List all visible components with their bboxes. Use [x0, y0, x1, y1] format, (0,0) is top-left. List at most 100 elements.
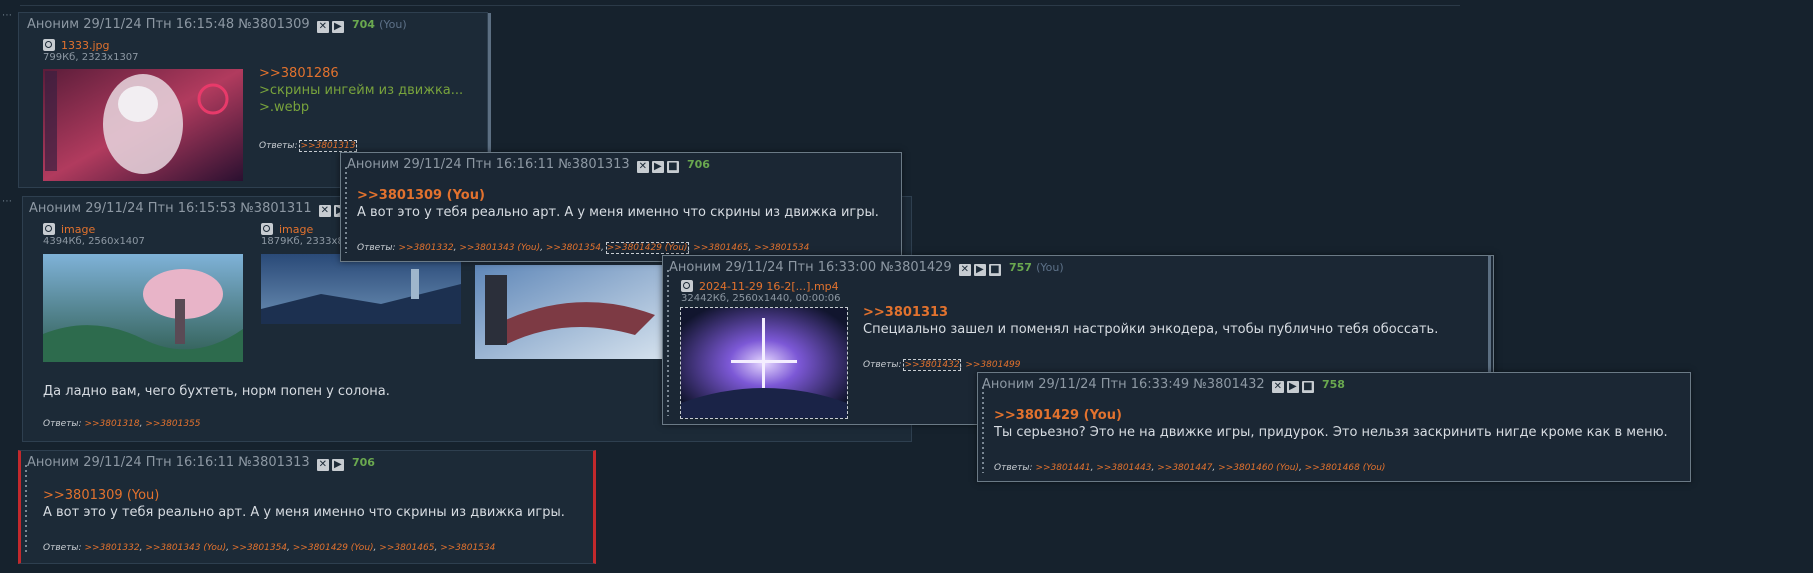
- quote-link[interactable]: >>3801309 (You): [43, 488, 159, 503]
- reply-link[interactable]: >>3801534: [754, 243, 809, 253]
- reply-link[interactable]: >>3801460 (You): [1218, 463, 1299, 473]
- quote-link[interactable]: >>3801429 (You): [994, 408, 1122, 423]
- file-name[interactable]: image: [279, 223, 313, 236]
- file-name[interactable]: image: [61, 223, 95, 236]
- square-icon[interactable]: ■: [1301, 381, 1314, 393]
- reply-link[interactable]: >>3801441: [1035, 463, 1090, 473]
- post-image-thumbnail[interactable]: [475, 265, 675, 359]
- post-replies: Ответы: >>3801432, >>3801499: [863, 359, 1021, 371]
- file-meta: 4394Кб, 2560x1407: [43, 236, 145, 247]
- post-header: Аноним 29/11/24 Птн 16:15:48 №3801309 ✕ ▶…: [27, 17, 407, 33]
- reply-link[interactable]: >>3801354: [546, 243, 601, 253]
- post-number[interactable]: №3801309: [238, 17, 309, 32]
- magnifier-icon[interactable]: [43, 223, 55, 235]
- post-text: А вот это у тебя реально арт. А у меня и…: [43, 505, 565, 520]
- reply-link[interactable]: >>3801447: [1157, 463, 1212, 473]
- reply-link[interactable]: >>3801354: [232, 543, 287, 553]
- hide-x-icon[interactable]: ✕: [1271, 381, 1284, 393]
- post-number[interactable]: №3801429: [880, 260, 951, 275]
- quote-link[interactable]: >>3801286: [259, 66, 339, 81]
- post-replies: Ответы: >>3801332, >>3801343 (You), >>38…: [43, 543, 496, 553]
- reply-link[interactable]: >>3801465: [379, 543, 434, 553]
- square-icon[interactable]: ■: [988, 264, 1001, 276]
- post-text: А вот это у тебя реально арт. А у меня и…: [357, 205, 879, 220]
- post-number[interactable]: №3801313: [558, 157, 629, 172]
- post-datetime: 29/11/24 Птн 16:33:00: [725, 260, 877, 275]
- post-header: Аноним 29/11/24 Птн 16:33:00 №3801429 ✕ ▶…: [669, 260, 1064, 276]
- post-image-thumbnail[interactable]: [261, 254, 461, 324]
- post-text: Ты серьезно? Это не на движке игры, прид…: [994, 425, 1668, 440]
- post-body: >>3801309 (You) А вот это у тебя реально…: [357, 187, 879, 221]
- reply-link[interactable]: >>3801318: [84, 419, 139, 429]
- reply-link[interactable]: >>3801432: [903, 359, 961, 371]
- play-icon[interactable]: ▶: [651, 161, 664, 173]
- square-icon[interactable]: ■: [666, 161, 679, 173]
- post-body: >>3801286 >скрины ингейм из движка... >.…: [259, 65, 463, 116]
- file-name[interactable]: 2024-11-29 16-2[...].mp4: [699, 280, 839, 293]
- hide-x-icon[interactable]: ✕: [316, 459, 329, 471]
- post-number[interactable]: №3801311: [240, 201, 311, 216]
- reply-link[interactable]: >>3801332: [398, 243, 453, 253]
- play-icon[interactable]: ▶: [1286, 381, 1299, 393]
- reply-link[interactable]: >>3801429 (You): [293, 543, 374, 553]
- post-replies: Ответы: >>3801332, >>3801343 (You), >>38…: [357, 242, 810, 254]
- magnifier-icon[interactable]: [681, 280, 693, 292]
- post-count: 706: [686, 158, 710, 171]
- reply-link[interactable]: >>3801534: [440, 543, 495, 553]
- post-replies: Ответы: >>3801318, >>3801355: [43, 419, 201, 429]
- you-marker: (You): [379, 18, 407, 31]
- quote-link[interactable]: >>3801313: [863, 305, 948, 320]
- post-image-thumbnail[interactable]: [43, 69, 243, 181]
- post-count: 706: [351, 456, 375, 469]
- video-thumbnail[interactable]: [680, 307, 848, 419]
- play-icon[interactable]: ▶: [331, 21, 344, 33]
- reply-link[interactable]: >>3801355: [145, 419, 200, 429]
- post-author: Аноним: [669, 260, 722, 275]
- file-info: image 4394Кб, 2560x1407: [43, 223, 145, 247]
- reply-link[interactable]: >>3801499: [965, 360, 1020, 370]
- greentext-line: >.webp: [259, 100, 310, 115]
- post-header: Аноним 29/11/24 Птн 16:15:53 №3801311 ✕▶…: [29, 201, 369, 217]
- post-body: Да ладно вам, чего бухтеть, норм попен у…: [43, 384, 390, 399]
- reply-link[interactable]: >>3801468 (You): [1305, 463, 1386, 473]
- post-number[interactable]: №3801313: [238, 455, 309, 470]
- post-body: >>3801309 (You) А вот это у тебя реально…: [43, 487, 565, 521]
- post-author: Аноним: [27, 455, 80, 470]
- ellipsis-marker: ⋯: [2, 196, 12, 207]
- reply-link[interactable]: >>3801465: [693, 243, 748, 253]
- file-meta: 32442Кб, 2560x1440, 00:00:06: [681, 293, 841, 304]
- play-icon[interactable]: ▶: [331, 459, 344, 471]
- post-count: 757: [1008, 261, 1032, 274]
- hide-x-icon[interactable]: ✕: [636, 161, 649, 173]
- greentext-line: >скрины ингейм из движка...: [259, 83, 464, 98]
- post-number[interactable]: №3801432: [1193, 377, 1264, 392]
- file-meta: 799Кб, 2323x1307: [43, 52, 139, 63]
- post-image-thumbnail[interactable]: [43, 254, 243, 362]
- play-icon[interactable]: ▶: [973, 264, 986, 276]
- post-3801313: Аноним 29/11/24 Птн 16:16:11 №3801313 ✕ ▶…: [18, 450, 596, 564]
- replies-label: Ответы:: [259, 141, 298, 151]
- file-meta: 1879Кб, 2333x84: [261, 236, 351, 247]
- magnifier-icon[interactable]: [261, 223, 273, 235]
- replies-label: Ответы:: [43, 419, 82, 429]
- post-replies: Ответы: >>3801313: [259, 140, 357, 152]
- post-replies: Ответы: >>3801441, >>3801443, >>3801447,…: [994, 463, 1386, 473]
- hide-x-icon[interactable]: ✕: [958, 264, 971, 276]
- replies-label: Ответы:: [994, 463, 1033, 473]
- reply-link[interactable]: >>3801332: [84, 543, 139, 553]
- reply-link[interactable]: >>3801429 (You): [605, 242, 689, 254]
- post-datetime: 29/11/24 Птн 16:15:53: [85, 201, 237, 216]
- post-datetime: 29/11/24 Птн 16:16:11: [403, 157, 555, 172]
- reply-link[interactable]: >>3801443: [1096, 463, 1151, 473]
- file-name[interactable]: 1333.jpg: [61, 39, 110, 52]
- post-body: >>3801429 (You) Ты серьезно? Это не на д…: [994, 407, 1668, 441]
- reply-link[interactable]: >>3801313: [299, 140, 357, 152]
- reply-link[interactable]: >>3801343 (You): [145, 543, 226, 553]
- post-author: Аноним: [27, 17, 80, 32]
- post-dotted-edge: [345, 167, 347, 253]
- hide-x-icon[interactable]: ✕: [316, 21, 329, 33]
- quote-link[interactable]: >>3801309 (You): [357, 188, 485, 203]
- reply-link[interactable]: >>3801343 (You): [459, 243, 540, 253]
- magnifier-icon[interactable]: [43, 39, 55, 51]
- hide-x-icon[interactable]: ✕: [318, 205, 331, 217]
